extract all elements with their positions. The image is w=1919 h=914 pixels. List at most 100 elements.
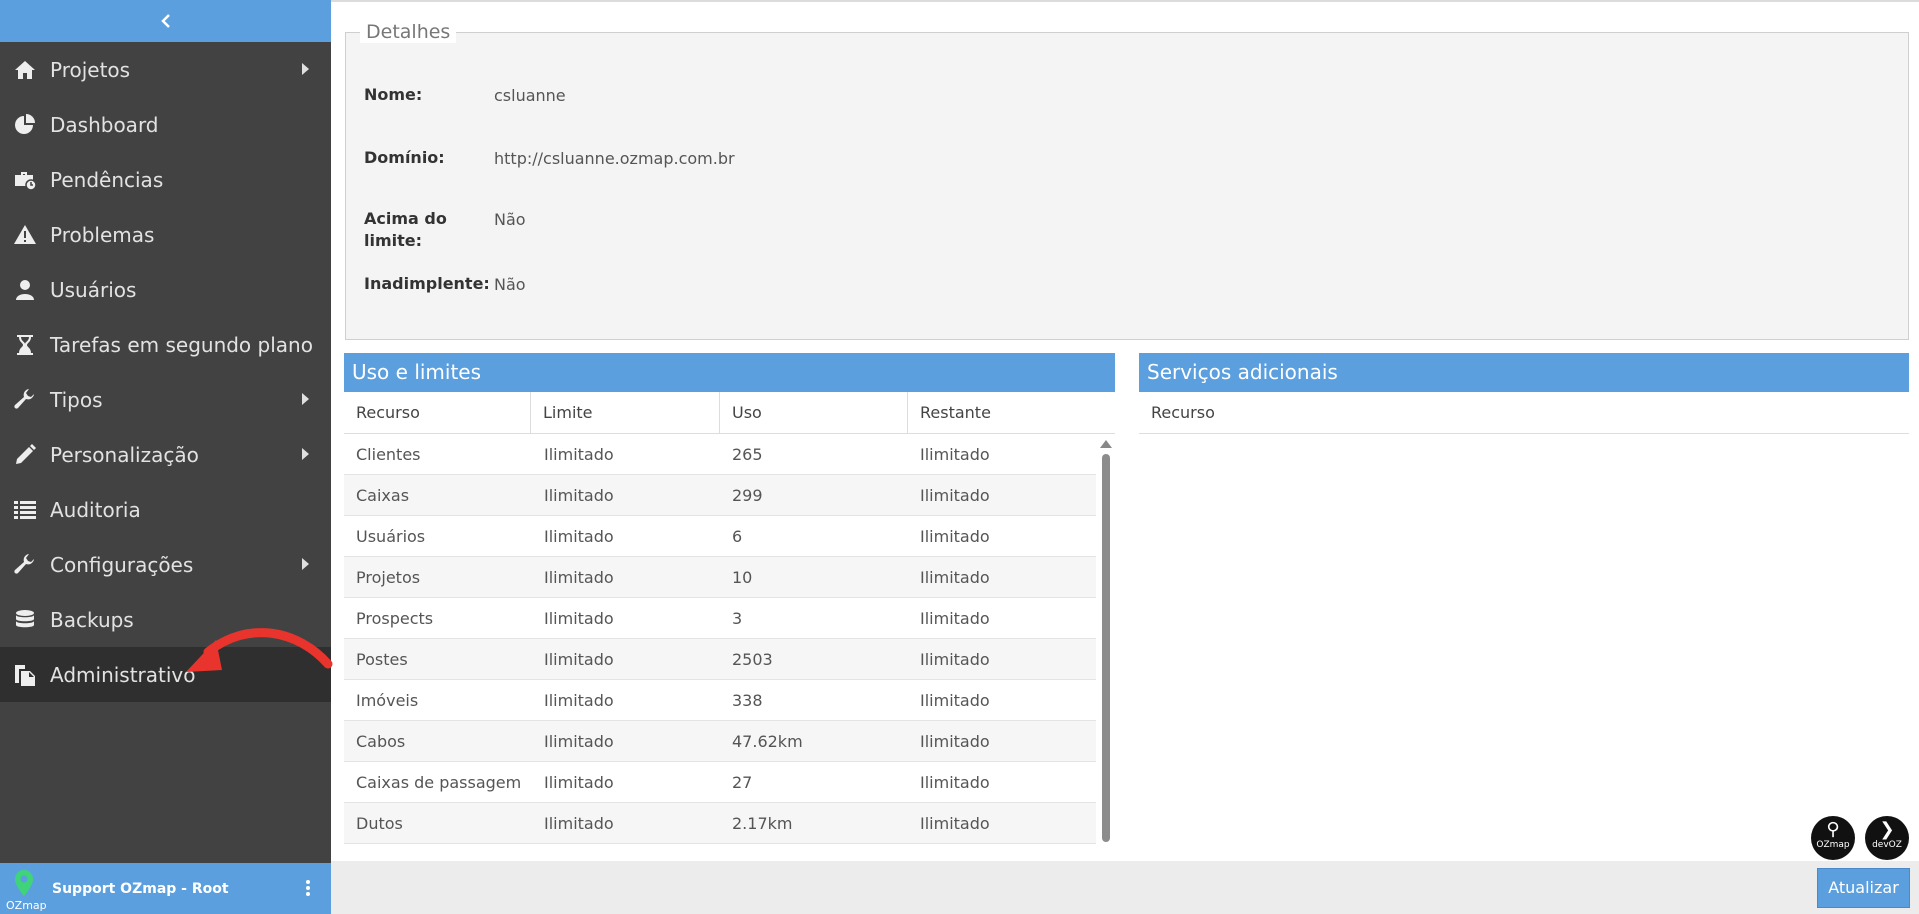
scroll-up-icon[interactable] [1100, 440, 1112, 448]
table-cell: 3 [732, 609, 743, 628]
table-cell: 265 [732, 445, 763, 464]
inadimplente-value: Não [494, 275, 526, 294]
nome-value: csluanne [494, 86, 566, 105]
table-row[interactable]: Caixas Ilimitado 299 Ilimitado [344, 475, 1096, 516]
documents-icon [12, 662, 38, 688]
sidebar-item-tarefas[interactable]: Tarefas em segundo plano [0, 317, 331, 372]
footer-logo-text: OZmap [6, 899, 47, 912]
sidebar-item-usuarios[interactable]: Usuários [0, 262, 331, 317]
table-cell: 27 [732, 773, 753, 792]
dominio-value: http://csluanne.ozmap.com.br [494, 149, 735, 168]
table-cell: Ilimitado [920, 773, 990, 792]
table-cell: Prospects [356, 609, 434, 628]
sidebar-item-label: Administrativo [50, 662, 196, 687]
table-cell: Ilimitado [920, 814, 990, 833]
table-cell: Caixas [356, 486, 410, 505]
sidebar-item-personalizacao[interactable]: Personalização [0, 427, 331, 482]
update-button[interactable]: Atualizar [1817, 868, 1910, 908]
table-row[interactable]: Imóveis Ilimitado 338 Ilimitado [344, 680, 1096, 721]
table-cell: Ilimitado [544, 568, 614, 587]
table-cell: Ilimitado [544, 486, 614, 505]
table-cell: Ilimitado [920, 568, 990, 587]
column-header-uso[interactable]: Uso [720, 392, 908, 433]
code-icon: ❯ [1879, 819, 1895, 840]
sidebar-item-problemas[interactable]: Problemas [0, 207, 331, 262]
map-pin-icon: ⚲ [1826, 819, 1840, 840]
sidebar-item-projetos[interactable]: Projetos [0, 42, 331, 97]
sidebar-item-tipos[interactable]: Tipos [0, 372, 331, 427]
table-cell: 338 [732, 691, 763, 710]
briefcase-clock-icon [12, 167, 38, 193]
uso-table-header: Recurso Limite Uso Restante [344, 392, 1115, 434]
table-cell: Caixas de passagem [356, 773, 522, 792]
table-row[interactable]: Cabos Ilimitado 47.62km Ilimitado [344, 721, 1096, 762]
details-legend: Detalhes [360, 21, 457, 43]
table-cell: Postes [356, 650, 408, 669]
uso-table-body: Clientes Ilimitado 265 Ilimitado Caixas Ilimi… [344, 434, 1115, 861]
pie-chart-icon [12, 112, 38, 138]
main-content: Detalhes Nome: csluanne Domínio: http://… [331, 0, 1919, 914]
sidebar-item-label: Tarefas em segundo plano [50, 332, 313, 357]
ozmap-round-logo[interactable]: ⚲ OZmap [1811, 816, 1855, 860]
caret-right-icon [302, 448, 309, 460]
table-cell: Ilimitado [544, 814, 614, 833]
annotation-arrow [186, 628, 333, 672]
warning-icon [12, 222, 38, 248]
sidebar-item-auditoria[interactable]: Auditoria [0, 482, 331, 537]
table-cell: 6 [732, 527, 743, 546]
caret-right-icon [302, 63, 309, 75]
acima-label-line2: limite: [364, 231, 423, 250]
top-divider [331, 0, 1919, 2]
sidebar: Projetos Dashboard Pendências Problemas … [0, 0, 331, 914]
devoz-logo-text: devOZ [1872, 840, 1902, 850]
table-row[interactable]: Dutos Ilimitado 2.17km Ilimitado [344, 803, 1096, 844]
sidebar-item-dashboard[interactable]: Dashboard [0, 97, 331, 152]
table-cell: Ilimitado [544, 732, 614, 751]
table-cell: Ilimitado [920, 486, 990, 505]
table-row[interactable]: Usuários Ilimitado 6 Ilimitado [344, 516, 1096, 557]
table-cell: Ilimitado [544, 691, 614, 710]
column-header-restante[interactable]: Restante [908, 392, 1115, 433]
table-row[interactable]: Clientes Ilimitado 265 Ilimitado [344, 434, 1096, 475]
table-cell: Projetos [356, 568, 421, 587]
acima-limite-value: Não [494, 210, 526, 229]
kebab-menu-icon[interactable] [305, 880, 311, 898]
table-scrollbar[interactable] [1099, 440, 1113, 850]
devoz-round-logo[interactable]: ❯ devOZ [1865, 816, 1909, 860]
servicos-adicionais-title: Serviços adicionais [1139, 353, 1909, 392]
ozmap-logo-text: OZmap [1816, 840, 1850, 850]
table-cell: Ilimitado [544, 527, 614, 546]
sidebar-item-configuracoes[interactable]: Configurações [0, 537, 331, 592]
sidebar-item-label: Tipos [50, 387, 103, 412]
sidebar-item-label: Problemas [50, 222, 155, 247]
table-cell: Ilimitado [920, 732, 990, 751]
dominio-label: Domínio: [364, 148, 445, 167]
column-header-recurso[interactable]: Recurso [1139, 392, 1909, 434]
table-cell: Ilimitado [544, 445, 614, 464]
table-row[interactable]: Caixas de passagem Ilimitado 27 Ilimitado [344, 762, 1096, 803]
table-cell: Cabos [356, 732, 406, 751]
sidebar-item-pendencias[interactable]: Pendências [0, 152, 331, 207]
sidebar-collapse-button[interactable] [0, 0, 331, 42]
sidebar-item-label: Personalização [50, 442, 199, 467]
column-header-recurso[interactable]: Recurso [344, 392, 531, 433]
current-user-label: Support OZmap - Root [52, 880, 229, 897]
sidebar-item-label: Backups [50, 607, 134, 632]
table-cell: 10 [732, 568, 753, 587]
table-row[interactable]: Projetos Ilimitado 10 Ilimitado [344, 557, 1096, 598]
sidebar-item-label: Dashboard [50, 112, 159, 137]
sidebar-item-label: Pendências [50, 167, 164, 192]
sidebar-item-label: Configurações [50, 552, 194, 577]
database-icon [12, 607, 38, 633]
sidebar-item-label: Usuários [50, 277, 137, 302]
table-cell: 2503 [732, 650, 773, 669]
table-cell: Clientes [356, 445, 421, 464]
sidebar-footer: OZmap Support OZmap - Root [0, 863, 331, 914]
table-row[interactable]: Prospects Ilimitado 3 Ilimitado [344, 598, 1096, 639]
column-header-limite[interactable]: Limite [531, 392, 720, 433]
table-cell: Ilimitado [544, 773, 614, 792]
table-cell: Ilimitado [920, 691, 990, 710]
scroll-thumb[interactable] [1102, 454, 1110, 842]
table-cell: Usuários [356, 527, 426, 546]
table-row[interactable]: Postes Ilimitado 2503 Ilimitado [344, 639, 1096, 680]
